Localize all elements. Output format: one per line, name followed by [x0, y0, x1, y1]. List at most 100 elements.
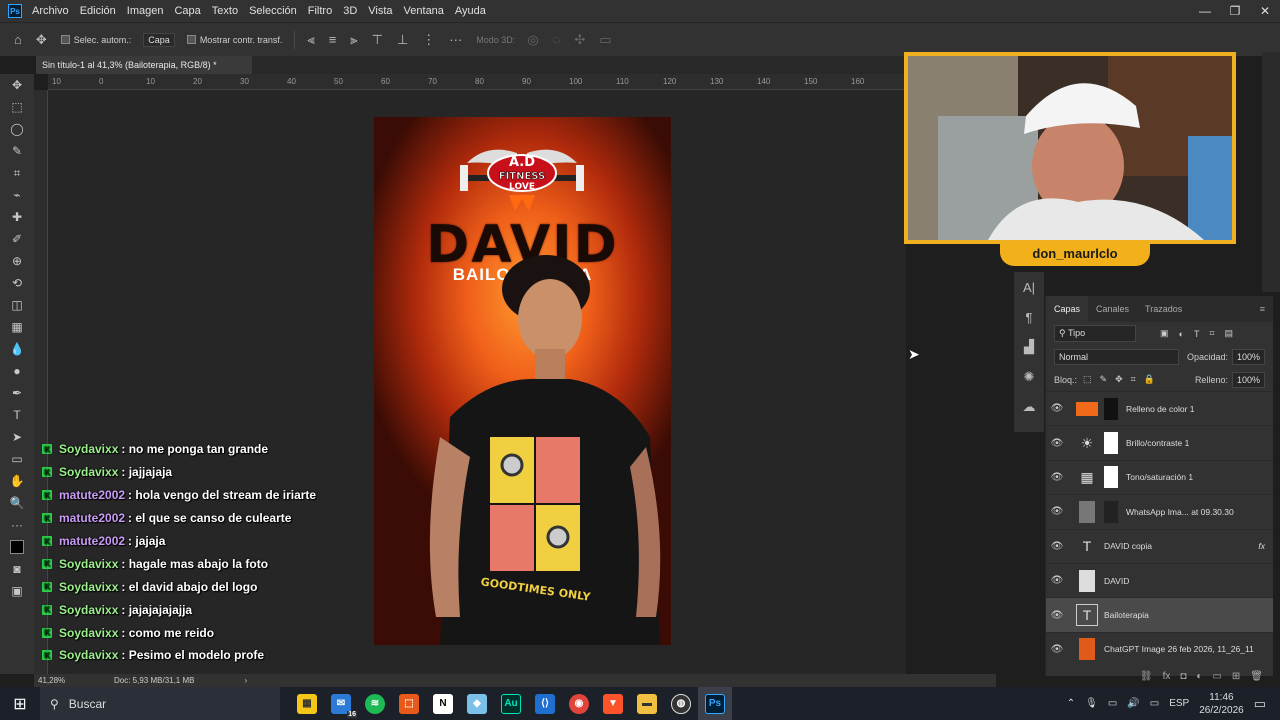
document-tab[interactable]: Sin título-1 al 41,3% (Bailoterapia, RGB…	[36, 56, 252, 74]
mail-app-icon[interactable]: ✉ 16	[324, 687, 358, 720]
zoom-level[interactable]: 41,28%	[34, 676, 114, 685]
clock[interactable]: 11:46 26/2/2026	[1199, 691, 1244, 717]
delete-layer-icon[interactable]: 🗑	[1250, 671, 1263, 682]
more-tools-icon[interactable]: ···	[0, 514, 34, 536]
lock-paint-icon[interactable]: ✎	[1100, 374, 1108, 385]
brave-app-icon[interactable]: ▼	[596, 687, 630, 720]
menu-edicion[interactable]: Edición	[80, 5, 116, 17]
fx-icon[interactable]: fx	[1258, 541, 1265, 551]
artboard[interactable]: A.D FITNESS LOVE DAVID BAILOTERAPIA GOOD…	[374, 117, 671, 645]
add-style-icon[interactable]: fx	[1163, 671, 1171, 682]
taskbar-search[interactable]: ⚲ Buscar	[40, 687, 280, 720]
filter-type-icon[interactable]: T	[1194, 329, 1200, 339]
blur-tool-icon[interactable]: 💧	[0, 338, 34, 360]
type-tool-icon[interactable]: T	[0, 404, 34, 426]
align-top-icon[interactable]: ⊤	[372, 32, 383, 48]
minimize-button[interactable]: —	[1190, 0, 1220, 22]
lock-artboard-icon[interactable]: ⌗	[1131, 374, 1136, 385]
tray-chevron-icon[interactable]: ⌃	[1067, 698, 1075, 709]
visibility-eye-icon[interactable]: 👁	[1046, 403, 1068, 414]
network-icon[interactable]: ▭	[1108, 698, 1117, 709]
show-transform-checkbox[interactable]	[186, 35, 196, 44]
status-arrow-icon[interactable]: ›	[244, 676, 247, 685]
auto-select-checkbox[interactable]	[60, 35, 70, 44]
lock-all-icon[interactable]: 🔒	[1144, 374, 1155, 385]
layer-row[interactable]: 👁 ▦ Tono/saturación 1	[1046, 459, 1273, 494]
layer-row[interactable]: 👁 T DAVID copia fx	[1046, 528, 1273, 563]
vscode-app-icon[interactable]: ⟨⟩	[528, 687, 562, 720]
hand-tool-icon[interactable]: ✋	[0, 470, 34, 492]
spotify-app-icon[interactable]: ≋	[358, 687, 392, 720]
gradient-icon[interactable]: ▦	[0, 316, 34, 338]
microphone-icon[interactable]: 🎙	[1085, 698, 1098, 709]
visibility-eye-icon[interactable]: 👁	[1046, 610, 1068, 621]
stamp-tool-icon[interactable]: ⊕	[0, 250, 34, 272]
new-group-icon[interactable]: ▭	[1212, 671, 1221, 682]
visibility-eye-icon[interactable]: 👁	[1046, 644, 1068, 655]
move-tool-icon[interactable]: ✥	[0, 74, 34, 96]
visibility-eye-icon[interactable]: 👁	[1046, 472, 1068, 483]
eyedropper-icon[interactable]: ⌁	[0, 184, 34, 206]
menu-ventana[interactable]: Ventana	[404, 5, 444, 17]
home-icon[interactable]: ⌂	[14, 32, 22, 47]
path-select-icon[interactable]: ➤	[0, 426, 34, 448]
files-app-icon[interactable]: ◆	[460, 687, 494, 720]
layer-row[interactable]: 👁 WhatsApp Ima... at 09.30.30	[1046, 494, 1273, 528]
filter-adjust-icon[interactable]: ◐	[1179, 329, 1184, 339]
tab-capas[interactable]: Capas	[1046, 296, 1089, 322]
layer-row[interactable]: 👁 ChatGPT Image 26 feb 2026, 11_26_11	[1046, 631, 1273, 666]
dodge-tool-icon[interactable]: ●	[0, 360, 34, 382]
lasso-tool-icon[interactable]: ◯	[0, 118, 34, 140]
menu-3d[interactable]: 3D	[343, 5, 357, 17]
layer-row[interactable]: 👁 ☀ Brillo/contraste 1	[1046, 425, 1273, 459]
marquee-tool-icon[interactable]: ⬚	[0, 96, 34, 118]
visibility-eye-icon[interactable]: 👁	[1046, 438, 1068, 449]
windows-start-icon[interactable]: ⊞	[0, 687, 40, 720]
history-brush-icon[interactable]: ⟲	[0, 272, 34, 294]
filter-pixel-icon[interactable]: ▣	[1160, 328, 1169, 339]
menu-ayuda[interactable]: Ayuda	[455, 5, 486, 17]
menu-filtro[interactable]: Filtro	[308, 5, 332, 17]
histogram-icon[interactable]: ▟	[1014, 332, 1044, 362]
tab-trazados[interactable]: Trazados	[1137, 296, 1190, 322]
obs-app-icon[interactable]: ◍	[664, 687, 698, 720]
libraries-icon[interactable]: ☁	[1014, 392, 1044, 422]
chrome-app-icon[interactable]: ◉	[562, 687, 596, 720]
battery-icon[interactable]: ▭	[1150, 698, 1159, 709]
zoom-tool-icon[interactable]: 🔍	[0, 492, 34, 514]
menu-capa[interactable]: Capa	[174, 5, 200, 17]
pen-tool-icon[interactable]: ✒	[0, 382, 34, 404]
crop-tool-icon[interactable]: ⌗	[0, 162, 34, 184]
menu-texto[interactable]: Texto	[212, 5, 238, 17]
menu-imagen[interactable]: Imagen	[127, 5, 164, 17]
blend-mode-dropdown[interactable]: Normal	[1054, 348, 1179, 365]
explorer-app-icon[interactable]: ▬	[630, 687, 664, 720]
more-options-icon[interactable]: ···	[449, 32, 462, 47]
layer-filter-dropdown[interactable]: ⚲ Tipo	[1054, 325, 1136, 342]
brush-tool-icon[interactable]: ✐	[0, 228, 34, 250]
notifications-icon[interactable]: ▭	[1254, 696, 1266, 712]
new-adjustment-icon[interactable]: ◐	[1196, 671, 1202, 682]
store-app-icon[interactable]: ▦	[290, 687, 324, 720]
filter-smart-icon[interactable]: ▤	[1225, 328, 1234, 339]
align-left-icon[interactable]: ⫷	[307, 32, 314, 48]
align-middle-icon[interactable]: ⊥	[397, 32, 408, 48]
screen-mode-icon[interactable]: ▣	[0, 580, 34, 602]
photoshop-app-icon[interactable]: Ps	[698, 687, 732, 720]
adjustments-icon[interactable]: ✺	[1014, 362, 1044, 392]
menu-seleccion[interactable]: Selección	[249, 5, 297, 17]
new-layer-icon[interactable]: ⊞	[1232, 671, 1240, 682]
eraser-icon[interactable]: ◫	[0, 294, 34, 316]
menu-archivo[interactable]: Archivo	[32, 5, 69, 17]
auto-select-dropdown[interactable]: Capa	[143, 32, 175, 47]
notion-app-icon[interactable]: N	[426, 687, 460, 720]
align-center-icon[interactable]: ≡	[329, 32, 337, 47]
language-indicator[interactable]: ESP	[1169, 698, 1189, 709]
add-mask-icon[interactable]: ◘	[1180, 671, 1186, 682]
color-swatches[interactable]	[0, 536, 34, 558]
volume-icon[interactable]: 🔊	[1127, 698, 1139, 709]
paragraph-panel-icon[interactable]: ¶	[1014, 302, 1044, 332]
panel-menu-icon[interactable]: ≡	[1252, 296, 1273, 322]
visibility-eye-icon[interactable]: 👁	[1046, 541, 1068, 552]
move-tool-icon[interactable]: ✥	[36, 32, 47, 48]
